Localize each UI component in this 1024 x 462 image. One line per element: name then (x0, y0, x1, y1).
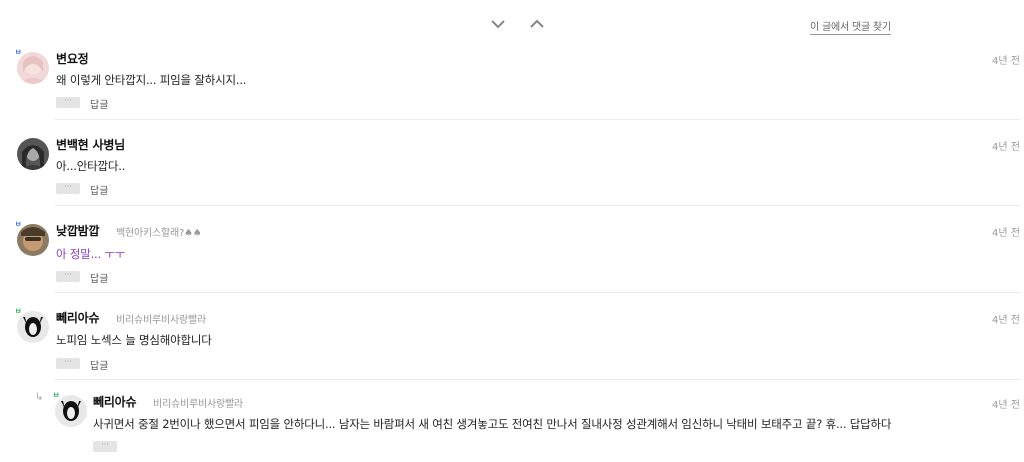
reply-button[interactable]: 답글 (90, 96, 108, 111)
avatar-image (17, 224, 49, 256)
comment-text: 왜 이렇게 안타깝지... 피임을 잘하시지... (56, 73, 247, 87)
more-options-button[interactable]: ··· (56, 97, 80, 108)
comment-author[interactable]: 변요정 (56, 50, 89, 67)
avatar[interactable]: ㅂ (53, 391, 88, 428)
comment-text: 노피임 노섹스 늘 명심해야합니다 (56, 333, 212, 347)
avatar[interactable] (16, 137, 50, 171)
divider (55, 205, 1020, 206)
divider (55, 379, 1020, 380)
comment-time: 4년 전 (992, 400, 1020, 411)
chevron-up-icon (530, 19, 544, 28)
chevron-down-icon (491, 20, 505, 29)
divider (55, 292, 1020, 293)
reply-button[interactable]: 답글 (90, 182, 108, 197)
comment-text: 사귀면서 중절 2번이나 했으면서 피임을 안하다니... 남자는 바람펴서 새… (93, 417, 892, 431)
prev-comment-button[interactable] (526, 14, 548, 34)
avatar-image (17, 311, 49, 343)
comment-text: 아...안타깝다.. (56, 159, 126, 173)
next-comment-button[interactable] (487, 14, 509, 34)
author-status-message: 비리슈비루비사랑빨라 (116, 315, 206, 326)
comment-author[interactable]: 낮깝밤깝 (56, 222, 100, 239)
comment-text: 아 정말... ㅜㅜ (56, 247, 126, 261)
comment-author[interactable]: 변백현 사병님 (56, 136, 125, 153)
comment-item: 변백현 사병님 4년 전 아...안타깝다.. ··· 답글 (0, 130, 1024, 206)
more-options-button[interactable]: ··· (56, 183, 80, 194)
comment-author[interactable]: 뻬리아슈 (56, 309, 100, 326)
avatar[interactable]: ㅂ (15, 307, 50, 344)
author-status-message: 백현아키스할래?♠♠ (116, 228, 202, 239)
comment-toolbar: 이 글에서 댓글 찾기 (0, 0, 1024, 44)
more-options-button[interactable]: ··· (93, 441, 117, 452)
comment-item: ㅂ 뻬리아슈 비리슈비루비사랑빨라 4년 전 노피임 노섹스 늘 명심해야합니다… (0, 303, 1024, 380)
avatar-image (55, 395, 87, 427)
comment-time: 4년 전 (992, 315, 1020, 326)
comment-time: 4년 전 (992, 142, 1020, 153)
comment-time: 4년 전 (992, 228, 1020, 239)
comment-author[interactable]: 뻬리아슈 (93, 393, 137, 410)
reply-comment-item: ↳ ㅂ 뻬리아슈 비리슈비루비사랑빨라 4년 전 사귀면서 중절 2번이나 했으… (0, 388, 1024, 462)
reply-indent-icon: ↳ (35, 392, 44, 403)
comment-item: ㅂ 변요정 4년 전 왜 이렇게 안타깝지... 피임을 잘하시지... ···… (0, 44, 1024, 120)
divider (55, 119, 1020, 120)
comment-item: ㅂ 낮깝밤깝 백현아키스할래?♠♠ 4년 전 아 정말... ㅜㅜ ··· 답글 (0, 216, 1024, 293)
reply-button[interactable]: 답글 (90, 357, 108, 372)
more-options-button[interactable]: ··· (56, 271, 80, 282)
find-comments-link[interactable]: 이 글에서 댓글 찾기 (810, 18, 891, 35)
avatar-image (17, 52, 49, 84)
author-status-message: 비리슈비루비사랑빨라 (153, 399, 243, 410)
avatar-image (17, 138, 49, 170)
avatar[interactable]: ㅂ (15, 220, 50, 257)
comment-time: 4년 전 (992, 56, 1020, 67)
reply-button[interactable]: 답글 (90, 270, 108, 285)
more-options-button[interactable]: ··· (56, 358, 80, 369)
avatar[interactable]: ㅂ (15, 48, 50, 85)
